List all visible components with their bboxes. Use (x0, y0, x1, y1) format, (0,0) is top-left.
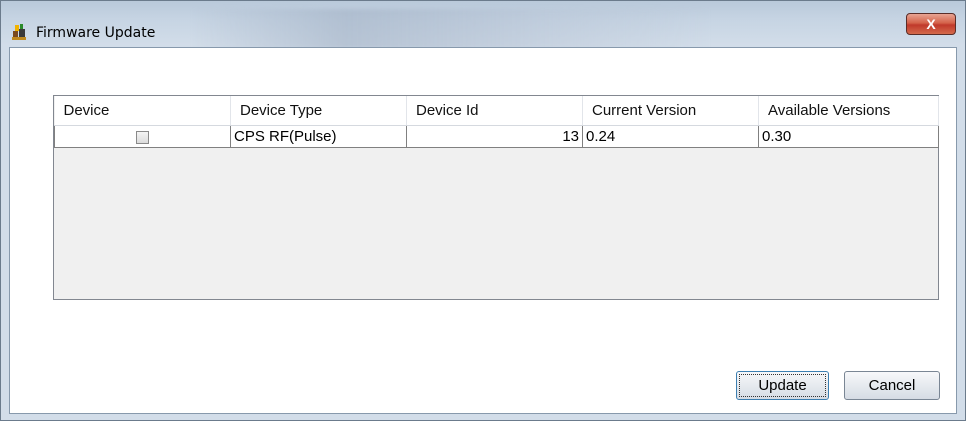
dialog-content: Device Device Type Device Id Current Ver… (9, 47, 957, 414)
cell-device-type[interactable]: CPS RF(Pulse) (230, 125, 407, 148)
firmware-update-window: Firmware Update X Device Device Type Dev… (0, 0, 966, 421)
column-header-device[interactable]: Device (54, 96, 231, 126)
close-icon: X (926, 16, 936, 32)
firmware-app-icon (11, 23, 27, 41)
column-header-device-type[interactable]: Device Type (230, 96, 407, 126)
cancel-button[interactable]: Cancel (844, 371, 940, 400)
cell-current-version[interactable]: 0.24 (582, 125, 759, 148)
column-header-device-id[interactable]: Device Id (406, 96, 583, 126)
cell-available-versions[interactable]: 0.30 (758, 125, 939, 148)
window-title: Firmware Update (36, 25, 156, 41)
column-header-current-version[interactable]: Current Version (582, 96, 759, 126)
column-header-available-versions[interactable]: Available Versions (758, 96, 939, 126)
device-checkbox[interactable] (136, 130, 149, 144)
close-button[interactable]: X (906, 13, 956, 35)
background-blur (191, 9, 711, 49)
device-checkbox-cell[interactable] (54, 125, 231, 148)
update-button[interactable]: Update (736, 371, 829, 400)
device-table: Device Device Type Device Id Current Ver… (54, 96, 939, 148)
title-bar[interactable]: Firmware Update X (1, 1, 965, 49)
table-row[interactable]: CPS RF(Pulse) 13 0.24 0.30 (54, 125, 939, 148)
table-header-row: Device Device Type Device Id Current Ver… (54, 96, 939, 126)
cell-device-id[interactable]: 13 (406, 125, 583, 148)
device-table-panel: Device Device Type Device Id Current Ver… (53, 95, 939, 300)
